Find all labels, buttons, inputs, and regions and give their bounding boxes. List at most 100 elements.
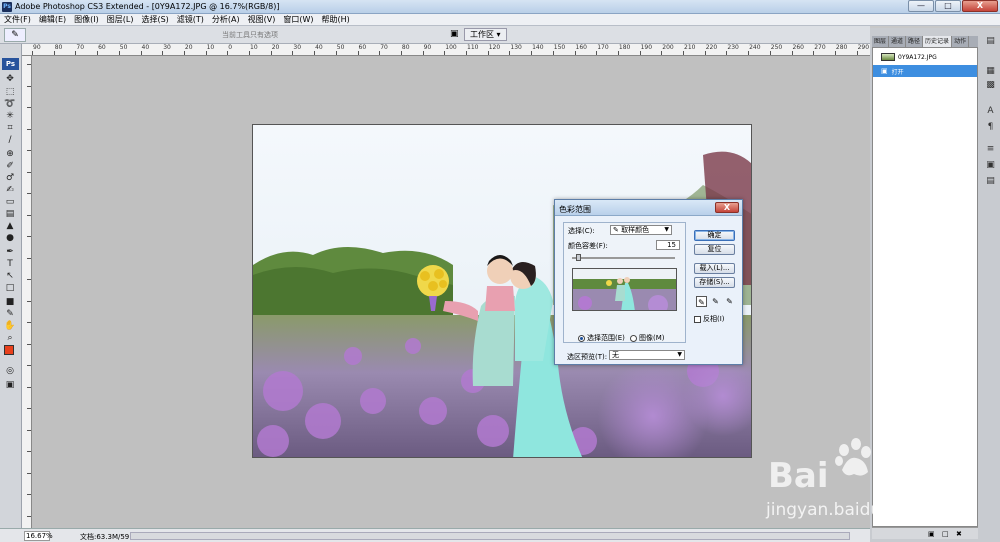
fuzziness-slider-track[interactable]: [572, 257, 675, 259]
eyedropper-subtract-icon[interactable]: ✎: [724, 296, 735, 307]
layer-comps-icon[interactable]: ▤: [985, 176, 996, 187]
menu-filter[interactable]: 滤镜(T): [177, 14, 204, 25]
blur-tool-icon[interactable]: ▲: [3, 221, 17, 231]
lasso-tool-icon[interactable]: ➰: [3, 99, 17, 109]
paragraph-icon[interactable]: ¶: [985, 122, 996, 133]
invert-checkbox[interactable]: [694, 315, 701, 323]
minimize-button[interactable]: —: [908, 0, 934, 12]
brush-tool-icon[interactable]: ✐: [3, 161, 17, 171]
radio-selection-row[interactable]: 选择范围(E): [578, 333, 625, 343]
brushes-icon[interactable]: ≡: [985, 144, 996, 155]
menu-select[interactable]: 选择(S): [141, 14, 168, 25]
tab-paths[interactable]: 路径: [906, 36, 924, 47]
history-brush-tool-icon[interactable]: ✍: [3, 185, 17, 195]
invert-row[interactable]: 反相(I): [694, 314, 725, 324]
tab-history[interactable]: 历史记录: [923, 36, 953, 47]
ruler-tick-label: 220: [705, 44, 718, 51]
gradient-tool-icon[interactable]: ▤: [3, 209, 17, 219]
radio-image[interactable]: [630, 334, 637, 342]
tool-presets-icon[interactable]: ▣: [985, 160, 996, 171]
eraser-tool-icon[interactable]: ▭: [3, 197, 17, 207]
shape-tool-icon[interactable]: □: [3, 283, 17, 293]
fuzziness-input[interactable]: 15: [656, 240, 680, 250]
navigator-icon[interactable]: ▤: [985, 36, 996, 47]
screen-mode-icon[interactable]: ▣: [3, 380, 17, 390]
menu-layer[interactable]: 图层(L): [107, 14, 134, 25]
ruler-tick: [813, 51, 815, 55]
eyedropper-add-icon[interactable]: ✎: [710, 296, 721, 307]
tab-actions[interactable]: 动作: [952, 36, 970, 47]
history-snapshot-label: 0Y9A172.JPG: [898, 53, 937, 61]
menu-edit[interactable]: 编辑(E): [39, 14, 66, 25]
ruler-tick: [596, 51, 598, 55]
eyedropper-tool-preset-icon[interactable]: ✎: [4, 27, 26, 42]
marquee-tool-icon[interactable]: ⬚: [3, 87, 17, 97]
ruler-tick: [249, 51, 250, 55]
healing-brush-tool-icon[interactable]: ⊕: [3, 149, 17, 159]
maximize-button[interactable]: □: [935, 0, 961, 12]
ruler-tick: [205, 51, 207, 55]
tab-channels[interactable]: 通道: [889, 36, 907, 47]
menu-window[interactable]: 窗口(W): [283, 14, 313, 25]
ps-badge-icon[interactable]: Ps: [2, 58, 19, 70]
ruler-tick: [639, 51, 641, 55]
ruler-tick-label: 180: [618, 44, 631, 51]
menu-view[interactable]: 视图(V): [248, 14, 276, 25]
tab-layers[interactable]: 图层: [872, 36, 890, 47]
notes-tool-icon[interactable]: ■: [3, 297, 17, 307]
clone-stamp-tool-icon[interactable]: ♂: [3, 173, 17, 183]
delete-icon[interactable]: ✖: [956, 530, 962, 538]
new-snapshot-icon[interactable]: ▣: [928, 530, 935, 538]
ruler-tick-label: 90: [423, 44, 432, 51]
menu-file[interactable]: 文件(F): [4, 14, 31, 25]
pen-tool-icon[interactable]: ✒: [3, 247, 17, 257]
swatches-icon[interactable]: ▦: [985, 66, 996, 77]
close-button[interactable]: X: [962, 0, 998, 12]
load-button[interactable]: 载入(L)...: [694, 263, 735, 274]
select-dropdown[interactable]: ✎ 取样颜色 ▼: [610, 225, 672, 235]
type-tool-icon[interactable]: T: [3, 259, 17, 269]
history-step-row[interactable]: ▣ 打开: [873, 65, 977, 77]
menu-analysis[interactable]: 分析(A): [212, 14, 240, 25]
ruler-tick-label: 90: [33, 44, 41, 51]
radio-selection-label: 选择范围(E): [587, 334, 625, 342]
menu-image[interactable]: 图像(I): [74, 14, 99, 25]
workspace-icon[interactable]: ▣: [450, 29, 462, 40]
path-selection-tool-icon[interactable]: ↖: [3, 271, 17, 281]
crop-tool-icon[interactable]: ⌗: [3, 123, 17, 133]
radio-image-label: 图像(M): [639, 334, 665, 342]
fuzziness-slider-thumb[interactable]: [576, 254, 581, 261]
slice-tool-icon[interactable]: ∕: [3, 135, 17, 145]
ruler-tick: [487, 51, 489, 55]
selection-preview-dropdown[interactable]: 无 ▼: [609, 350, 685, 360]
hand-tool-icon[interactable]: ✋: [3, 321, 17, 331]
dodge-tool-icon[interactable]: ●: [3, 233, 17, 243]
magic-wand-tool-icon[interactable]: ✳: [3, 111, 17, 121]
workspace-dropdown[interactable]: 工作区 ▾: [464, 28, 507, 41]
eyedropper-tool-icon[interactable]: ✎: [3, 309, 17, 319]
dialog-title: 色彩范围: [559, 205, 591, 214]
zoom-tool-icon[interactable]: ⌕: [3, 333, 17, 343]
foreground-color-swatch[interactable]: [4, 345, 14, 355]
ok-button[interactable]: 确定: [694, 230, 735, 241]
radio-selection[interactable]: [578, 334, 585, 342]
history-snapshot-row[interactable]: 0Y9A172.JPG: [873, 51, 977, 63]
dialog-close-button[interactable]: X: [715, 202, 739, 213]
quick-mask-icon[interactable]: ◎: [3, 366, 17, 376]
ruler-tick-label: 20: [271, 44, 280, 51]
eyedropper-sample-icon[interactable]: ✎: [696, 296, 707, 307]
horizontal-scrollbar[interactable]: [130, 532, 850, 540]
move-tool-icon[interactable]: ✥: [3, 74, 17, 84]
ruler-tick: [552, 51, 554, 55]
save-button[interactable]: 存储(S)...: [694, 277, 735, 288]
history-panel: 0Y9A172.JPG ▣ 打开: [872, 47, 978, 527]
zoom-field[interactable]: 16.67%: [24, 531, 53, 541]
dialog-title-bar[interactable]: 色彩范围 X: [555, 200, 742, 216]
styles-icon[interactable]: ▩: [985, 80, 996, 91]
new-document-icon[interactable]: □: [942, 530, 949, 538]
menu-help[interactable]: 帮助(H): [322, 14, 350, 25]
reset-button[interactable]: 复位: [694, 244, 735, 255]
character-icon[interactable]: A: [985, 106, 996, 117]
radio-image-row[interactable]: 图像(M): [630, 333, 665, 343]
jingyan-watermark-text: 经验: [880, 468, 928, 496]
